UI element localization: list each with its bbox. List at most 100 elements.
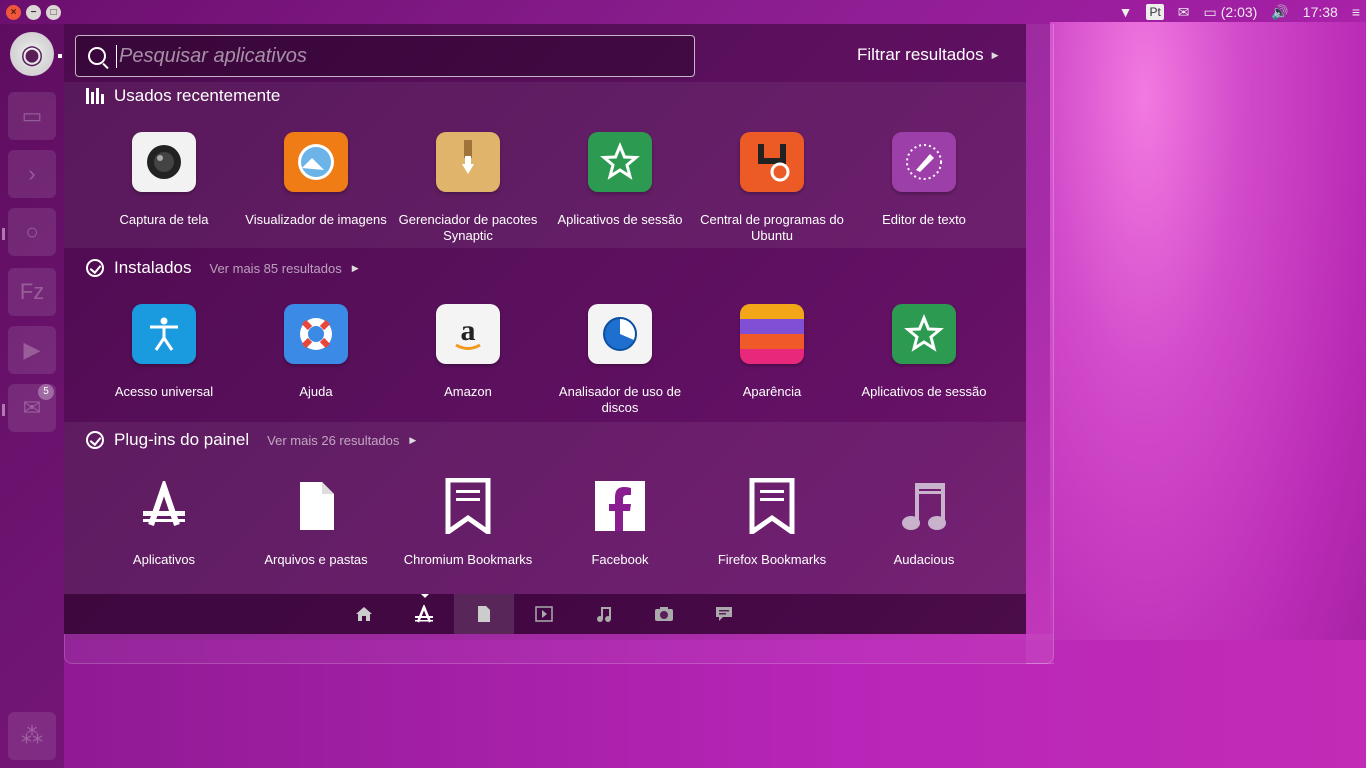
svg-text:a: a xyxy=(461,314,476,347)
file-icon xyxy=(284,476,348,536)
app-tile[interactable]: Central de programas do Ubuntu xyxy=(697,132,847,244)
app-tile[interactable]: Aplicativos de sessão xyxy=(545,132,695,228)
amazon-icon: a xyxy=(436,304,500,364)
bookmark-icon xyxy=(740,476,804,536)
app-tile[interactable]: Aplicativos de sessão xyxy=(849,304,999,400)
media-app-icon[interactable]: ▶ xyxy=(8,326,56,374)
app-tile[interactable]: Editor de texto xyxy=(849,132,999,228)
accessibility-icon xyxy=(132,304,196,364)
app-tile[interactable]: Acesso universal xyxy=(89,304,239,400)
clock[interactable]: 17:38 xyxy=(1303,4,1338,20)
triangle-right-icon: ▶ xyxy=(351,262,359,273)
see-more-link[interactable]: Ver mais 26 resultados xyxy=(267,433,399,448)
video-icon[interactable] xyxy=(514,594,574,634)
app-tile[interactable]: a Amazon xyxy=(393,304,543,400)
running-pip xyxy=(2,404,5,416)
section-header: Instalados Ver mais 85 resultados ▶ xyxy=(86,258,359,278)
terminal-app-icon[interactable]: › xyxy=(8,150,56,198)
app-tile[interactable]: Arquivos e pastas xyxy=(241,476,391,568)
app-label: Acesso universal xyxy=(114,384,214,399)
triangle-right-icon: ▶ xyxy=(409,434,417,445)
app-label: Amazon xyxy=(444,384,492,399)
app-label: Gerenciador de pacotes Synaptic xyxy=(398,212,538,243)
app-tile[interactable]: Ajuda xyxy=(241,304,391,400)
battery-time: (2:03) xyxy=(1220,4,1258,20)
search-box[interactable] xyxy=(75,35,695,77)
app-tile[interactable]: Visualizador de imagens xyxy=(241,132,391,228)
section-title[interactable]: Usados recentemente xyxy=(114,86,280,106)
app-tile[interactable]: Chromium Bookmarks xyxy=(393,476,543,568)
session-menu-icon[interactable]: ≡ xyxy=(1352,4,1360,20)
lens-active-arrow-icon xyxy=(421,594,429,598)
social-icon[interactable] xyxy=(694,594,754,634)
text-editor-icon xyxy=(892,132,956,192)
search-input[interactable] xyxy=(116,44,676,68)
volume-icon[interactable]: 🔊 xyxy=(1271,4,1288,21)
check-circle-icon xyxy=(86,431,104,449)
keyboard-layout-indicator[interactable]: Pt xyxy=(1146,4,1164,20)
app-tile[interactable]: Analisador de uso de discos xyxy=(545,304,695,416)
app-label: Aparência xyxy=(742,384,802,399)
disk-usage-icon xyxy=(588,304,652,364)
section-title[interactable]: Plug-ins do painel xyxy=(114,430,249,450)
app-tile[interactable]: Firefox Bookmarks xyxy=(697,476,847,568)
app-label: Analisador de uso de discos xyxy=(558,384,682,415)
section-title[interactable]: Instalados xyxy=(114,258,192,278)
music-icon[interactable] xyxy=(574,594,634,634)
lens-bar xyxy=(64,594,1026,634)
app-label: Audacious xyxy=(893,552,955,567)
network-icon[interactable]: ▼ xyxy=(1119,4,1133,20)
app-tile[interactable]: Audacious xyxy=(849,476,999,568)
app-label: Aplicativos xyxy=(132,552,196,567)
dash-border-right xyxy=(1026,24,1054,664)
bookmark-icon xyxy=(436,476,500,536)
maximize-button[interactable]: □ xyxy=(46,4,61,20)
search-icon xyxy=(88,47,106,65)
filter-results-button[interactable]: Filtrar resultados ▶ xyxy=(857,45,999,65)
close-button[interactable]: × xyxy=(6,4,21,20)
battery-indicator[interactable]: ▭ (2:03) xyxy=(1204,4,1258,21)
star-icon xyxy=(588,132,652,192)
launcher: ◉ ▭ › ○ Fz ▶ ✉ 5 ⁂ xyxy=(0,24,64,768)
dash-border-bottom xyxy=(64,634,1054,664)
software-center-icon xyxy=(740,132,804,192)
see-more-link[interactable]: Ver mais 85 resultados xyxy=(210,261,342,276)
app-tile[interactable]: Facebook xyxy=(545,476,695,568)
top-panel: × − □ ▼ Pt ✉ ▭ (2:03) 🔊 17:38 ≡ xyxy=(0,0,1366,24)
app-tile[interactable]: Aparência xyxy=(697,304,847,400)
notification-badge: 5 xyxy=(38,384,54,400)
app-label: Visualizador de imagens xyxy=(245,212,387,227)
app-label: Captura de tela xyxy=(119,212,209,227)
filter-results-label: Filtrar resultados xyxy=(857,45,984,64)
window-controls: × − □ xyxy=(6,4,61,20)
photo-icon[interactable] xyxy=(634,594,694,634)
browser-app-icon[interactable]: ○ xyxy=(8,208,56,256)
section-header: Usados recentemente xyxy=(86,86,280,106)
mail-icon[interactable]: ✉ xyxy=(1178,4,1190,21)
launcher-active-pip xyxy=(58,54,62,58)
applications-lens-icon xyxy=(132,476,196,536)
minimize-button[interactable]: − xyxy=(26,4,41,20)
app-tile[interactable]: Captura de tela xyxy=(89,132,239,228)
app-label: Aplicativos de sessão xyxy=(557,212,683,227)
ubuntu-logo-icon[interactable]: ◉ xyxy=(10,32,54,76)
files-icon[interactable] xyxy=(454,594,514,634)
app-tile[interactable]: Gerenciador de pacotes Synaptic xyxy=(393,132,543,244)
section-header: Plug-ins do painel Ver mais 26 resultado… xyxy=(86,430,416,450)
lifebuoy-icon xyxy=(284,304,348,364)
filezilla-app-icon[interactable]: Fz xyxy=(8,268,56,316)
indicator-area: ▼ Pt ✉ ▭ (2:03) 🔊 17:38 ≡ xyxy=(1119,0,1360,24)
facebook-icon xyxy=(588,476,652,536)
home-icon[interactable] xyxy=(334,594,394,634)
app-label: Arquivos e pastas xyxy=(264,552,368,567)
image-viewer-icon xyxy=(284,132,348,192)
applications-icon[interactable] xyxy=(394,594,454,634)
music-note-icon xyxy=(892,476,956,536)
app-tile[interactable]: Aplicativos xyxy=(89,476,239,568)
appearance-icon xyxy=(740,304,804,364)
recent-icon xyxy=(86,87,104,105)
camera-icon xyxy=(132,132,196,192)
files-app-icon[interactable]: ▭ xyxy=(8,92,56,140)
workspace-switcher-icon[interactable]: ⁂ xyxy=(8,712,56,760)
package-icon xyxy=(436,132,500,192)
